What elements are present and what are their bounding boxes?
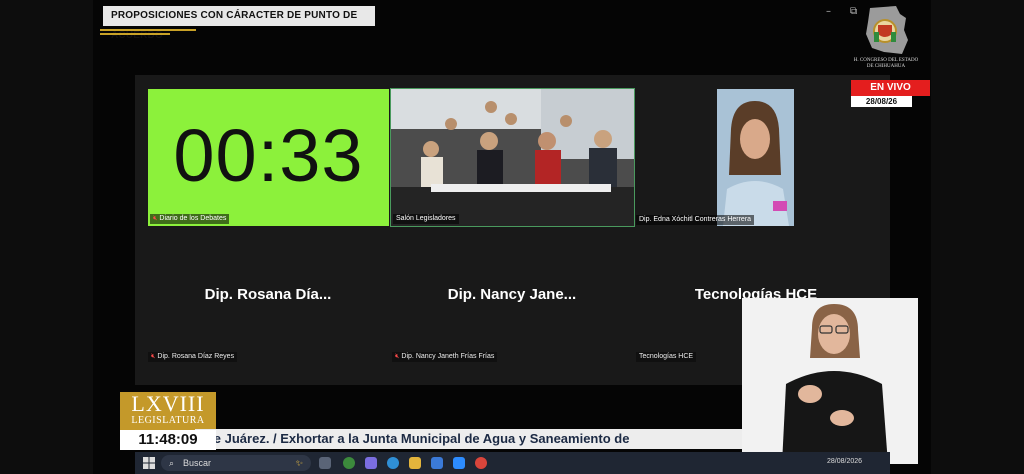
- sign-interpreter-video: [742, 298, 918, 464]
- congress-logo: [866, 6, 908, 54]
- left-pillarbox: [0, 0, 93, 474]
- salon-tile[interactable]: Salón Legisladores: [390, 88, 635, 227]
- mic-off-icon: 🔇︎: [151, 353, 156, 360]
- taskbar-search-label: Buscar: [183, 458, 212, 468]
- live-date: 28/08/26: [851, 96, 912, 107]
- zoom-icon[interactable]: [453, 457, 465, 469]
- participant-1-fullname: Dip. Rosana Díaz Reyes: [157, 353, 235, 360]
- taskbar-search[interactable]: ⌕ Buscar ✨︎: [161, 455, 311, 471]
- legislature-number: LXVIII: [131, 391, 205, 416]
- timer-tile-name: Diario de los Debates: [159, 215, 227, 222]
- topic-title: PROPOSICIONES CON CÁRACTER DE PUNTO DE A…: [103, 6, 375, 41]
- congress-name-line2: DE CHIHUAHUA: [866, 64, 906, 69]
- participant-2-label: 🔇︎ Dip. Nancy Janeth Frías Frías: [392, 352, 498, 362]
- windows-start-icon[interactable]: [143, 457, 155, 469]
- legislature-word: LEGISLATURA: [131, 415, 205, 426]
- minimize-button[interactable]: –: [826, 6, 831, 17]
- right-pillarbox: [931, 0, 1024, 474]
- timer-tile-label: 🔇︎ Diario de los Debates: [150, 214, 230, 224]
- title-underline-2: [100, 33, 170, 35]
- file-explorer-icon[interactable]: [409, 457, 421, 469]
- participant-2-name: Dip. Nancy Jane...: [447, 286, 577, 303]
- copilot-icon[interactable]: [365, 457, 377, 469]
- stream-screen: PROPOSICIONES CON CÁRACTER DE PUNTO DE A…: [0, 0, 1024, 474]
- search-icon: ⌕: [169, 458, 175, 468]
- mic-off-icon: 🔇︎: [153, 215, 158, 222]
- taskbar: ⌕ Buscar ✨︎ 28/08/2026: [135, 452, 890, 474]
- congress-name: H. CONGRESO DEL ESTADO DE CHIHUAHUA: [840, 58, 932, 70]
- ticker-text: s de Juárez. / Exhortar a la Junta Munic…: [195, 431, 630, 446]
- timer-value: 00:33: [173, 114, 364, 197]
- mic-off-icon: 🔇︎: [395, 353, 400, 360]
- remote-tile-label: Dip. Edna Xóchitl Contreras Herrera: [636, 215, 755, 225]
- timer-tile[interactable]: 00:33 🔇︎ Diario de los Debates: [148, 89, 389, 226]
- edge-icon[interactable]: [387, 457, 399, 469]
- salon-video: [391, 89, 634, 226]
- remote-participant-video: [717, 89, 794, 226]
- live-badge: EN VIVO: [851, 80, 930, 96]
- legislature-badge: LXVIII LEGISLATURA: [120, 392, 216, 430]
- task-view-icon[interactable]: [319, 457, 331, 469]
- remote-video-tile[interactable]: [717, 89, 794, 226]
- participant-2-fullname: Dip. Nancy Janeth Frías Frías: [401, 353, 495, 360]
- news-ticker: s de Juárez. / Exhortar a la Junta Munic…: [195, 429, 742, 449]
- participant-1-label: 🔇︎ Dip. Rosana Díaz Reyes: [148, 352, 238, 362]
- salon-tile-label: Salón Legisladores: [393, 214, 459, 224]
- restore-button[interactable]: ⧉: [850, 6, 857, 17]
- title-underline: [100, 29, 196, 31]
- chrome-icon-2[interactable]: [475, 457, 487, 469]
- chrome-icon[interactable]: [343, 457, 355, 469]
- participant-3-label: Tecnologías HCE: [636, 352, 697, 362]
- interpreter-figure: [742, 298, 918, 464]
- taskbar-date: 28/08/2026: [827, 458, 863, 465]
- participant-1-name: Dip. Rosana Día...: [204, 286, 332, 303]
- broadcast-clock: 11:48:09: [120, 430, 216, 450]
- store-icon[interactable]: [431, 457, 443, 469]
- sparkle-icon: ✨︎: [295, 458, 303, 468]
